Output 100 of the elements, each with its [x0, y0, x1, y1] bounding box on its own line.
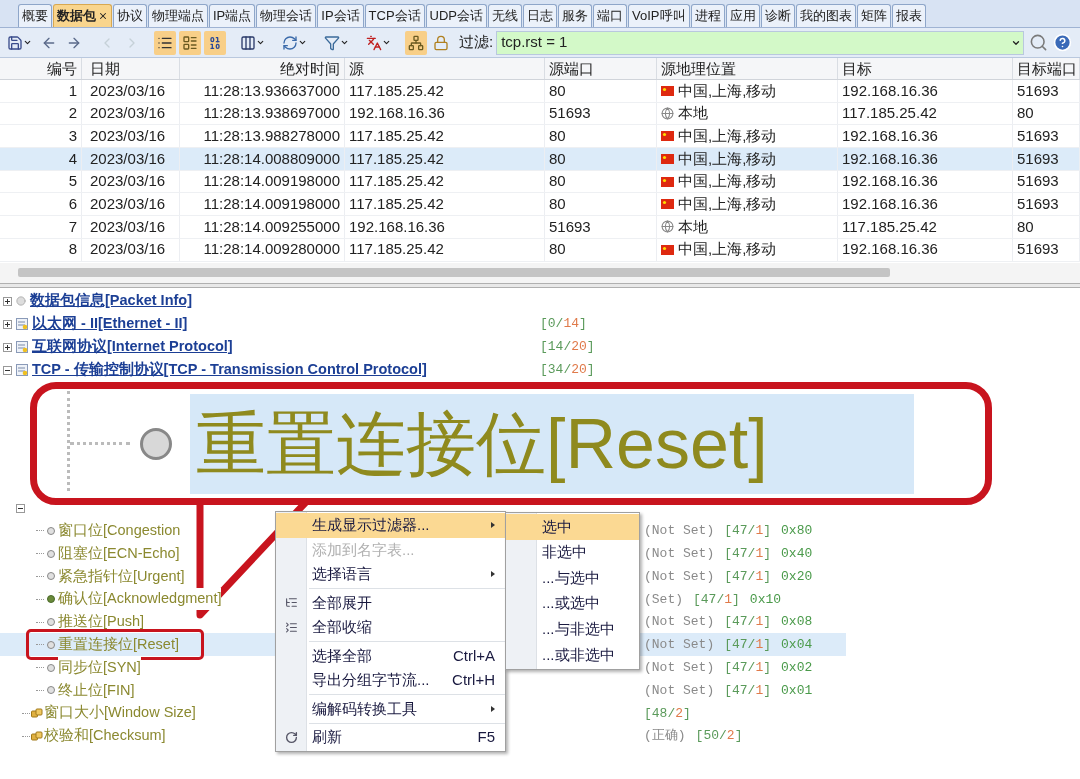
- table-row[interactable]: 8 2023/03/16 11:28:14.009280000 117.185.25.42 80 中国,上海,移动 192.168.16.36 51693: [0, 238, 1080, 262]
- column-header[interactable]: 目标端口: [1013, 58, 1080, 79]
- menu-item[interactable]: 非选中: [506, 539, 639, 566]
- tree-node-label: 重置连接位[Reset]: [58, 635, 179, 654]
- table-row[interactable]: 4 2023/03/16 11:28:14.008809000 117.185.25.42 80 中国,上海,移动 192.168.16.36 51693: [0, 148, 1080, 171]
- submenu-arrow-icon: [491, 571, 495, 578]
- table-cell-text: 192.168.16.36: [349, 216, 445, 237]
- table-cell-text: 51693: [1017, 239, 1059, 260]
- protocol-icon: [16, 341, 28, 353]
- table-cell-text: 11:28:14.009198000: [203, 171, 340, 192]
- offset-text: [47/1]: [724, 567, 772, 586]
- menu-item[interactable]: ...与非选中: [506, 616, 639, 642]
- table-cell-text: 51693: [549, 103, 591, 124]
- table-row[interactable]: 7 2023/03/16 11:28:14.009255000 192.168.16.36 51693 本地 117.185.25.42 80: [0, 216, 1080, 239]
- tree-node-label[interactable]: 数据包信息[Packet Info]: [30, 290, 192, 312]
- table-cell-text: 192.168.16.36: [842, 80, 938, 101]
- column-header[interactable]: 目标: [838, 58, 1013, 79]
- table-cell-text: 4: [68, 148, 77, 169]
- toolbar-button[interactable]: [405, 30, 427, 55]
- menu-item[interactable]: 全部展开: [276, 590, 505, 615]
- scrollbar-thumb[interactable]: [18, 268, 890, 277]
- tab[interactable]: UDP会话: [425, 4, 488, 27]
- tab[interactable]: 无线: [488, 4, 523, 27]
- table-cell-text: 192.168.16.36: [842, 239, 938, 260]
- menu-item[interactable]: 全部收缩: [276, 615, 505, 640]
- table-cell-text: 中国,上海,移动: [678, 80, 777, 101]
- table-row[interactable]: 6 2023/03/16 11:28:14.009198000 117.185.25.42 80 中国,上海,移动 192.168.16.36 51693: [0, 193, 1080, 217]
- flag-state-text: (Not Set): [644, 681, 715, 700]
- hex-value-text: 0x08: [781, 613, 813, 632]
- menu-item[interactable]: ...或选中: [506, 590, 639, 617]
- tab[interactable]: 端口: [593, 4, 628, 27]
- tab[interactable]: IP会话: [317, 4, 364, 27]
- filter-icon: [324, 34, 340, 51]
- toolbar-button[interactable]: [154, 30, 176, 55]
- menu-item[interactable]: 导出分组字节流... Ctrl+H: [276, 668, 505, 693]
- menu-item[interactable]: ...与选中: [506, 565, 639, 591]
- tab[interactable]: 进程: [690, 4, 725, 27]
- menu-item[interactable]: ...或非选中: [506, 641, 639, 668]
- tab[interactable]: 概要: [18, 4, 52, 27]
- tab[interactable]: VoIP呼叫: [628, 4, 690, 27]
- shortcut-text: Ctrl+A: [452, 645, 495, 666]
- column-header[interactable]: 源: [345, 58, 545, 79]
- field-icon: [31, 731, 43, 742]
- column-header[interactable]: 源地理位置: [657, 58, 838, 79]
- table-row[interactable]: 2 2023/03/16 11:28:13.938697000 192.168.16.36 51693 本地 117.185.25.42 80: [0, 102, 1080, 126]
- tree-node-label[interactable]: 互联网协议[Internet Protocol]: [32, 336, 233, 358]
- tab[interactable]: 诊断: [760, 4, 795, 27]
- tab[interactable]: 日志: [523, 4, 558, 27]
- caret-icon: [382, 38, 391, 47]
- expander-icon[interactable]: [3, 296, 12, 306]
- flag-state-text: (Not Set): [644, 544, 715, 563]
- table-row[interactable]: 3 2023/03/16 11:28:13.988278000 117.185.25.42 80 中国,上海,移动 192.168.16.36 51693: [0, 125, 1080, 149]
- menu-item[interactable]: 选择全部 Ctrl+A: [276, 643, 505, 668]
- offset-text: [0/14]: [540, 315, 587, 334]
- table-cell-text: 本地: [678, 216, 708, 237]
- expander-icon[interactable]: [16, 503, 25, 513]
- expander-icon[interactable]: [3, 319, 12, 329]
- expander-icon[interactable]: [3, 365, 12, 375]
- table-cell-text: 11:28:14.009198000: [203, 194, 340, 215]
- tab[interactable]: 我的图表: [795, 4, 856, 27]
- toolbar-button[interactable]: [179, 30, 201, 55]
- flag-bit-icon: [140, 427, 172, 460]
- caret-icon: [340, 38, 349, 47]
- tab[interactable]: TCP会话: [364, 4, 425, 27]
- menu-item[interactable]: 选中: [506, 514, 639, 540]
- table-row[interactable]: 1 2023/03/16 11:28:13.936637000 117.185.25.42 80 中国,上海,移动 192.168.16.36 51693: [0, 80, 1080, 103]
- tab[interactable]: 应用: [725, 4, 760, 27]
- menu-item[interactable]: 选择语言: [276, 562, 505, 587]
- column-header[interactable]: 源端口: [545, 58, 657, 79]
- field-state-text: (正确): [644, 727, 686, 746]
- tab[interactable]: 报表: [891, 4, 926, 27]
- tab[interactable]: 数据包: [53, 4, 112, 27]
- column-header[interactable]: 日期: [82, 58, 180, 79]
- table-cell-text: 11:28:13.936637000: [203, 80, 340, 101]
- search-icon[interactable]: [1029, 33, 1048, 52]
- menu-item[interactable]: 生成显示过滤器...: [276, 513, 505, 538]
- table-cell-text: 80: [549, 148, 566, 169]
- protocol-icon: [16, 364, 28, 376]
- tab[interactable]: 服务: [558, 4, 593, 27]
- tab[interactable]: 协议: [113, 4, 147, 27]
- tree-node-label[interactable]: TCP - 传输控制协议[TCP - Transmission Control Protocol]: [32, 359, 427, 381]
- toolbar-button[interactable]: [204, 30, 226, 55]
- table-row[interactable]: 5 2023/03/16 11:28:14.009198000 117.185.25.42 80 中国,上海,移动 192.168.16.36 51693: [0, 170, 1080, 194]
- column-header[interactable]: 编号: [0, 58, 82, 79]
- tree-node-label[interactable]: 以太网 - II[Ethernet - II]: [32, 313, 188, 335]
- expander-icon[interactable]: [3, 342, 12, 352]
- tab[interactable]: 矩阵: [856, 4, 891, 27]
- tab[interactable]: 物理端点: [148, 4, 208, 27]
- table-cell-text: 11:28:13.938697000: [203, 103, 340, 124]
- tab[interactable]: IP端点: [209, 4, 256, 27]
- expand-all-icon: [285, 596, 298, 610]
- help-icon[interactable]: [1053, 33, 1072, 52]
- close-icon[interactable]: [98, 11, 108, 21]
- shortcut-text: F5: [477, 727, 495, 747]
- flag-state-text: (Not Set): [644, 613, 715, 632]
- offset-text: [50/2]: [695, 727, 743, 746]
- column-header[interactable]: 绝对时间: [180, 58, 345, 79]
- menu-item[interactable]: 编解码转换工具: [276, 696, 505, 721]
- menu-item[interactable]: 刷新 F5: [276, 725, 505, 750]
- tab[interactable]: 物理会话: [256, 4, 317, 27]
